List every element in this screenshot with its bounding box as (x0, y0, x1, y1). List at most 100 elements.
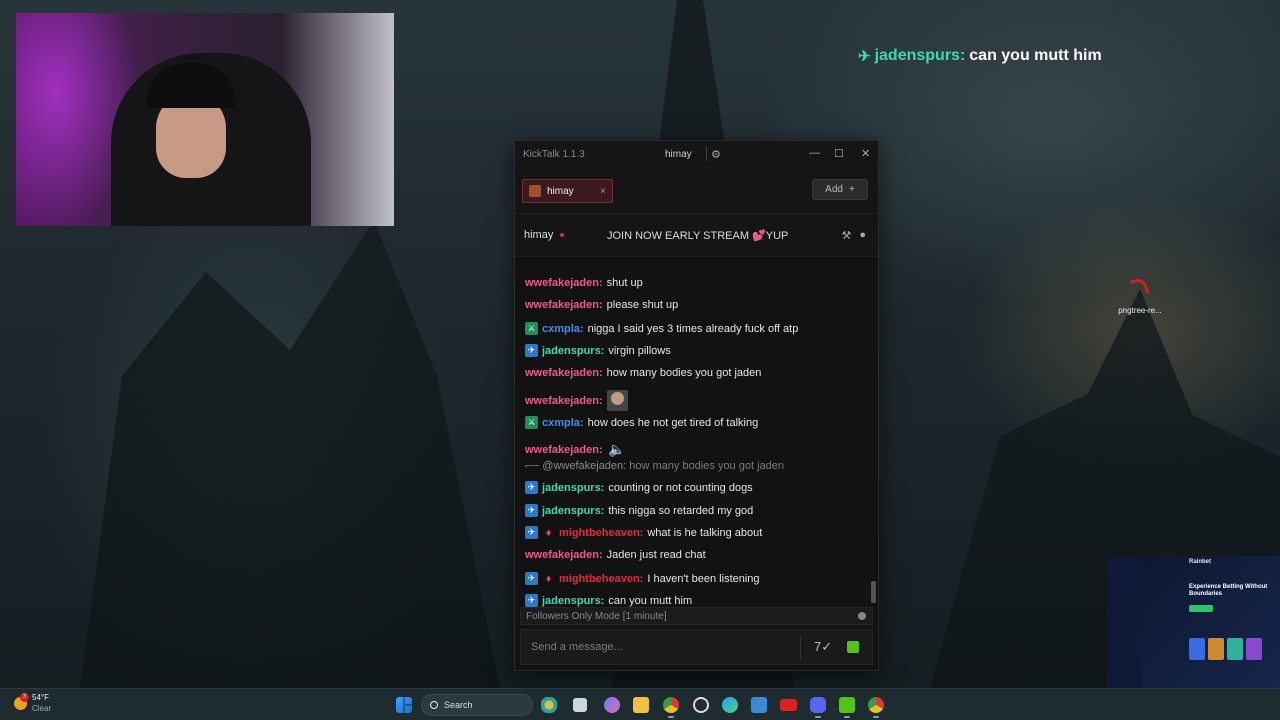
maximize-button[interactable]: ☐ (834, 147, 844, 160)
chat-message[interactable]: wwefakejaden: please shut up (525, 299, 678, 311)
chat-message[interactable]: ✈ ♦ mightbeheaven: I haven't been listening (525, 572, 760, 585)
chat-message[interactable]: wwefakejaden: (525, 390, 628, 411)
chat-message-text: can you mutt him (608, 594, 693, 607)
flame-badge-icon: ♦ (545, 572, 552, 585)
temperature: 54°F (32, 693, 49, 702)
chat-username[interactable]: wwefakejaden: (525, 299, 603, 311)
chat-username[interactable]: wwefakejaden: (525, 549, 603, 561)
add-label: Add (825, 184, 843, 195)
sub-badge-icon: ✈ (525, 526, 538, 539)
chat-username[interactable]: wwefakejaden: (525, 277, 603, 289)
app-icon-black[interactable] (693, 697, 709, 713)
sub-badge-icon: ✈ (525, 504, 538, 517)
chat-username[interactable]: jadenspurs: (542, 595, 604, 607)
overlay-username: jadenspurs: (874, 47, 966, 64)
chat-username[interactable]: mightbeheaven: (559, 573, 643, 585)
input-divider (800, 636, 801, 660)
promo-window-thumbnail[interactable]: Rainbet Experience Betting Without Bound… (1107, 556, 1280, 688)
red-arrow-icon (1130, 276, 1150, 298)
info-icon[interactable] (858, 612, 866, 620)
tab-himay[interactable]: himay × (522, 179, 613, 203)
sword-badge-icon: ⚔ (525, 416, 538, 429)
promo-headline: Experience Betting Without Boundaries (1189, 584, 1268, 597)
channel-avatar (529, 185, 541, 197)
chat-messages[interactable]: wwefakejaden: shut up wwefakejaden: please … (515, 257, 878, 609)
channel-name: himay (524, 229, 554, 241)
user-icon[interactable]: ● (859, 229, 866, 242)
stream-title: JOIN NOW EARLY STREAM 💕YUP (607, 229, 788, 242)
sub-badge-icon: ✈ (858, 48, 871, 65)
plus-icon: + (848, 184, 855, 195)
emote-picker-icon[interactable]: 7✓ (814, 639, 832, 655)
chat-username[interactable]: jadenspurs: (542, 345, 604, 357)
add-channel-button[interactable]: Add + (812, 179, 868, 200)
reply-text: how many bodies you got jaden (629, 460, 784, 472)
chat-username[interactable]: mightbeheaven: (559, 527, 643, 539)
chat-username[interactable]: jadenspurs: (542, 505, 604, 517)
chat-message[interactable]: ✈ jadenspurs: this nigga so retarded my go… (525, 504, 753, 517)
current-user[interactable]: himay (665, 149, 692, 160)
chat-message[interactable]: wwefakejaden: shut up (525, 277, 643, 289)
reply-arrow-icon: ⌐─ (525, 460, 543, 472)
chrome-icon[interactable] (663, 697, 679, 713)
chat-username[interactable]: cxmpla: (542, 323, 584, 335)
chat-message-text: counting or not counting dogs (608, 481, 753, 494)
tab-label: himay (547, 185, 574, 197)
widgets-icon[interactable] (541, 697, 557, 713)
discord-icon[interactable] (810, 697, 826, 713)
followers-only-notice: Followers Only Mode [1 minute] (520, 607, 873, 625)
message-input[interactable] (521, 641, 791, 653)
running-indicator (815, 716, 821, 718)
chat-message[interactable]: wwefakejaden: Jaden just read chat (525, 549, 706, 561)
taskbar-search[interactable]: Search (421, 694, 533, 716)
chrome-icon-2[interactable] (868, 697, 884, 713)
chat-message[interactable]: wwefakejaden: how many bodies you got jad… (525, 367, 761, 379)
copilot-icon[interactable] (604, 697, 620, 713)
chat-message[interactable]: ✈ ♦ mightbeheaven: what is he talking about (525, 526, 762, 539)
kick-icon[interactable] (839, 697, 855, 713)
chat-message-text: virgin pillows (608, 344, 671, 357)
running-indicator (844, 716, 850, 718)
title-separator (706, 147, 707, 161)
minimize-button[interactable]: — (809, 147, 820, 159)
chat-username[interactable]: wwefakejaden: (525, 395, 603, 407)
youtube-icon[interactable] (780, 699, 797, 711)
close-button[interactable]: ✕ (861, 147, 870, 160)
edge-icon[interactable] (722, 697, 738, 713)
chat-message[interactable]: ⚔ cxmpla: how does he not get tired of tal… (525, 416, 758, 429)
kick-emote-icon[interactable] (847, 641, 859, 653)
chat-message[interactable]: wwefakejaden: 🔈 (525, 439, 628, 460)
chat-username[interactable]: wwefakejaden: (525, 444, 603, 456)
chat-message[interactable]: ✈ jadenspurs: can you mutt him (525, 594, 692, 607)
sub-badge-icon: ✈ (525, 344, 538, 357)
chat-message-text: please shut up (606, 299, 679, 311)
overlay-text: can you mutt him (969, 47, 1102, 64)
chat-message-text: how many bodies you got jaden (606, 367, 762, 379)
chat-message[interactable]: ✈ jadenspurs: counting or not counting dog… (525, 481, 753, 494)
chat-message[interactable]: ⚔ cxmpla: nigga I said yes 3 times already… (525, 322, 798, 335)
weather-widget[interactable]: 3 54°F Clear (14, 692, 51, 714)
running-indicator (873, 716, 879, 718)
start-icon[interactable] (396, 697, 412, 713)
store-icon[interactable] (751, 697, 767, 713)
taskbar: 3 54°F Clear Search (0, 688, 1280, 720)
chat-username[interactable]: jadenspurs: (542, 482, 604, 494)
chat-username[interactable]: cxmpla: (542, 417, 584, 429)
followers-mode-text: Followers Only Mode [1 minute] (526, 610, 667, 622)
channel-header: himay JOIN NOW EARLY STREAM 💕YUP ⚒ ● (515, 214, 878, 257)
desktop-file-icon[interactable]: pngtree-re... (1110, 276, 1170, 315)
chat-username[interactable]: wwefakejaden: (525, 367, 603, 379)
chat-message[interactable]: ✈ jadenspurs: virgin pillows (525, 344, 671, 357)
sub-badge-icon: ✈ (525, 572, 538, 585)
task-view-icon[interactable] (573, 698, 587, 712)
reply-preview[interactable]: ⌐─ @wwefakejaden: how many bodies you go… (525, 460, 784, 472)
tab-close-icon[interactable]: × (600, 186, 606, 197)
chat-message-text: Jaden just read chat (606, 549, 706, 561)
title-bar: KickTalk 1.1.3 himay ⚙ — ☐ ✕ (515, 141, 878, 168)
pin-icon[interactable]: ⚒ (841, 229, 851, 242)
chat-message-text: nigga I said yes 3 times already fuck of… (587, 322, 799, 335)
gear-icon[interactable]: ⚙ (711, 148, 721, 161)
file-explorer-icon[interactable] (633, 697, 649, 713)
sun-icon: 3 (14, 692, 29, 710)
chat-scrollbar[interactable] (871, 581, 876, 603)
